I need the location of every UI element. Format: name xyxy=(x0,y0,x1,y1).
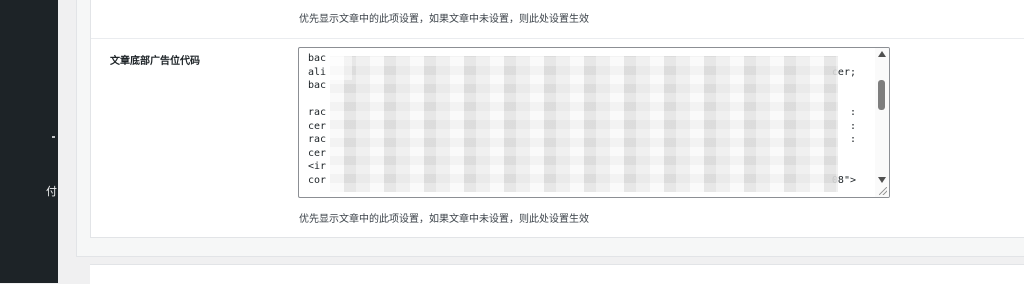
code-line-start: cor xyxy=(308,174,327,186)
next-settings-card xyxy=(90,264,1024,284)
scroll-up-arrow-icon[interactable] xyxy=(878,51,886,57)
code-line-start: rac xyxy=(308,107,327,118)
sidebar-indicator xyxy=(52,136,55,138)
previous-field-description: 优先显示文章中的此项设置，如果文章中未设置，则此处设置生效 xyxy=(299,14,589,25)
code-line-end: : xyxy=(849,120,856,132)
code-line-start: cer xyxy=(308,147,327,159)
code-line-start: bac xyxy=(308,53,327,64)
code-line-end: : xyxy=(849,134,856,145)
code-line-end: : xyxy=(849,107,856,118)
code-line-start: rac xyxy=(308,134,327,145)
textarea-scrollbar[interactable] xyxy=(875,48,889,197)
resize-handle-icon[interactable] xyxy=(879,187,887,195)
scroll-thumb[interactable] xyxy=(878,80,885,110)
ad-code-label: 文章底部广告位代码 xyxy=(110,56,200,67)
row-divider xyxy=(91,38,1024,39)
admin-sidebar: 付 xyxy=(0,0,58,283)
redacted-code-blur-edge xyxy=(330,56,352,80)
sidebar-menu-item[interactable]: 付 xyxy=(46,183,58,199)
code-line-start: ali xyxy=(308,66,327,78)
code-line-start: cer xyxy=(308,120,327,132)
scroll-down-arrow-icon[interactable] xyxy=(878,177,886,183)
code-line-start: bac xyxy=(308,80,327,91)
code-line-start: <ir xyxy=(308,161,327,172)
redacted-code-blur xyxy=(330,56,838,192)
ad-code-description: 优先显示文章中的此项设置，如果文章中未设置，则此处设置生效 xyxy=(299,214,589,225)
